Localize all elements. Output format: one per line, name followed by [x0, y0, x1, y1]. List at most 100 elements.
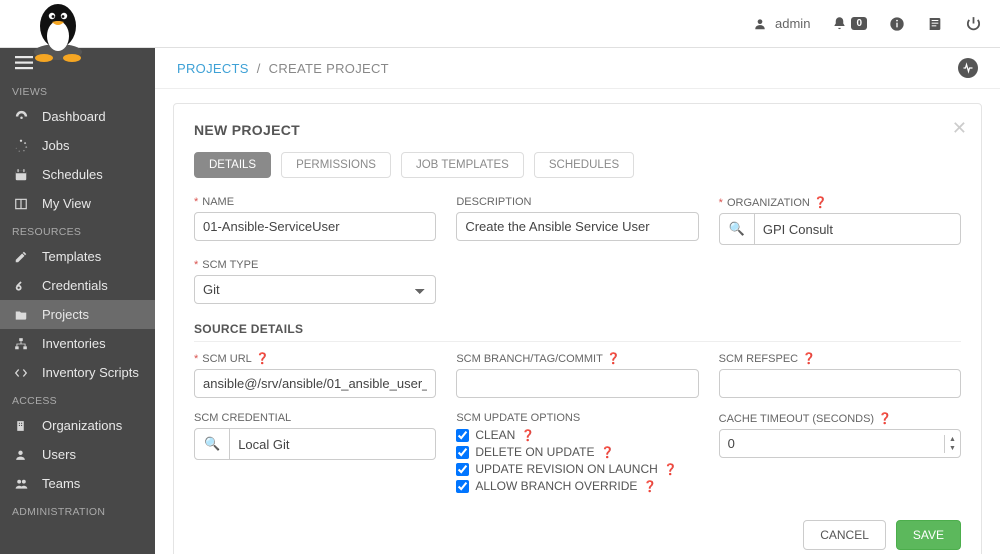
select-scm-type[interactable]: Git	[194, 275, 436, 304]
sidebar-item-templates[interactable]: Templates	[0, 242, 155, 271]
input-description[interactable]	[456, 212, 698, 241]
check-clean[interactable]: CLEAN ❓	[456, 428, 698, 442]
sidebar-item-dashboard[interactable]: Dashboard	[0, 102, 155, 131]
cancel-button[interactable]: CANCEL	[803, 520, 886, 550]
breadcrumb-current: CREATE PROJECT	[269, 61, 389, 76]
columns-icon	[14, 197, 30, 211]
save-button[interactable]: SAVE	[896, 520, 961, 550]
sidebar-item-jobs[interactable]: Jobs	[0, 131, 155, 160]
label-organization: ORGANIZATION ❓	[719, 196, 961, 209]
sidebar-item-organizations[interactable]: Organizations	[0, 411, 155, 440]
label-scm-update: SCM UPDATE OPTIONS	[456, 412, 698, 424]
section-access: ACCESS	[0, 387, 155, 411]
check-update-revision[interactable]: UPDATE REVISION ON LAUNCH ❓	[456, 462, 698, 476]
sidebar-item-users[interactable]: Users	[0, 440, 155, 469]
spinner-icon	[14, 139, 30, 153]
input-scm-refspec[interactable]	[719, 369, 961, 398]
field-scm-branch: SCM BRANCH/TAG/COMMIT ❓	[456, 352, 698, 398]
tab-schedules[interactable]: SCHEDULES	[534, 152, 634, 178]
input-scm-url[interactable]	[194, 369, 436, 398]
section-views: VIEWS	[0, 78, 155, 102]
user-menu[interactable]: admin	[753, 16, 810, 31]
field-scm-refspec: SCM REFSPEC ❓	[719, 352, 961, 398]
user-icon	[753, 17, 767, 31]
label-scm-url: SCM URL ❓	[194, 352, 436, 365]
building-icon	[14, 419, 30, 433]
sitemap-icon	[14, 337, 30, 351]
sidebar-item-teams[interactable]: Teams	[0, 469, 155, 498]
card-title: NEW PROJECT	[194, 122, 961, 138]
search-icon: 🔍	[195, 429, 230, 459]
sidebar-item-schedules[interactable]: Schedules	[0, 160, 155, 189]
sidebar-item-inventory-scripts[interactable]: Inventory Scripts	[0, 358, 155, 387]
help-icon[interactable]: ❓	[607, 352, 621, 365]
logo-tux	[22, 0, 94, 68]
input-name[interactable]	[194, 212, 436, 241]
form-footer: CANCEL SAVE	[194, 520, 961, 550]
input-scm-branch[interactable]	[456, 369, 698, 398]
search-icon: 🔍	[720, 214, 755, 244]
field-description: DESCRIPTION	[456, 196, 698, 245]
notif-badge: 0	[851, 17, 867, 30]
activity-icon[interactable]	[958, 58, 978, 78]
field-scm-credential: SCM CREDENTIAL 🔍Local Git	[194, 412, 436, 496]
users-icon	[14, 477, 30, 491]
input-cache-timeout[interactable]: 0▲▼	[719, 429, 961, 458]
project-form-card: NEW PROJECT ✕ DETAILS PERMISSIONS JOB TE…	[173, 103, 982, 554]
lookup-scm-credential[interactable]: 🔍Local Git	[194, 428, 436, 460]
code-icon	[14, 366, 30, 380]
help-icon[interactable]: ❓	[814, 196, 828, 209]
help-icon[interactable]: ❓	[802, 352, 816, 365]
topbar: admin 0	[0, 0, 1000, 48]
tab-details[interactable]: DETAILS	[194, 152, 271, 178]
key-icon	[14, 279, 30, 293]
help-icon[interactable]: ❓	[664, 463, 678, 476]
sidebar-item-credentials[interactable]: Credentials	[0, 271, 155, 300]
pencil-icon	[14, 250, 30, 264]
folder-icon	[14, 308, 30, 322]
calendar-icon	[14, 168, 30, 182]
close-icon[interactable]: ✕	[952, 118, 967, 139]
power-icon[interactable]	[965, 15, 982, 32]
breadcrumb-sep: /	[257, 61, 261, 76]
field-name: NAME	[194, 196, 436, 245]
tab-permissions[interactable]: PERMISSIONS	[281, 152, 391, 178]
label-description: DESCRIPTION	[456, 196, 698, 208]
section-administration: ADMINISTRATION	[0, 498, 155, 522]
tabs: DETAILS PERMISSIONS JOB TEMPLATES SCHEDU…	[194, 152, 961, 178]
main-content: PROJECTS / CREATE PROJECT NEW PROJECT ✕ …	[155, 48, 1000, 554]
field-scm-type: SCM TYPE Git	[194, 259, 436, 304]
sidebar: VIEWS Dashboard Jobs Schedules My View R…	[0, 48, 155, 554]
sidebar-item-inventories[interactable]: Inventories	[0, 329, 155, 358]
help-icon[interactable]: ❓	[256, 352, 270, 365]
username: admin	[775, 16, 810, 31]
label-scm-refspec: SCM REFSPEC ❓	[719, 352, 961, 365]
sidebar-item-projects[interactable]: Projects	[0, 300, 155, 329]
section-resources: RESOURCES	[0, 218, 155, 242]
label-scm-branch: SCM BRANCH/TAG/COMMIT ❓	[456, 352, 698, 365]
breadcrumb-root[interactable]: PROJECTS	[177, 61, 249, 76]
label-scm-type: SCM TYPE	[194, 259, 436, 271]
check-delete-on-update[interactable]: DELETE ON UPDATE ❓	[456, 445, 698, 459]
help-icon[interactable]: ❓	[521, 429, 535, 442]
tab-job-templates[interactable]: JOB TEMPLATES	[401, 152, 524, 178]
stepper-up[interactable]: ▲	[945, 435, 960, 444]
sidebar-item-myview[interactable]: My View	[0, 189, 155, 218]
gauge-icon	[14, 109, 30, 124]
check-allow-branch-override[interactable]: ALLOW BRANCH OVERRIDE ❓	[456, 479, 698, 493]
docs-icon[interactable]	[927, 16, 943, 32]
help-icon[interactable]: ❓	[643, 480, 657, 493]
field-organization: ORGANIZATION ❓ 🔍GPI Consult	[719, 196, 961, 245]
stepper-down[interactable]: ▼	[945, 444, 960, 453]
field-scm-update-options: SCM UPDATE OPTIONS CLEAN ❓ DELETE ON UPD…	[456, 412, 698, 496]
label-scm-credential: SCM CREDENTIAL	[194, 412, 436, 424]
lookup-organization[interactable]: 🔍GPI Consult	[719, 213, 961, 245]
label-cache-timeout: CACHE TIMEOUT (SECONDS) ❓	[719, 412, 961, 425]
field-cache-timeout: CACHE TIMEOUT (SECONDS) ❓ 0▲▼	[719, 412, 961, 496]
notifications-icon[interactable]: 0	[832, 16, 867, 31]
help-icon[interactable]: ❓	[600, 446, 614, 459]
section-source-details: SOURCE DETAILS	[194, 322, 961, 342]
info-icon[interactable]	[889, 16, 905, 32]
help-icon[interactable]: ❓	[878, 412, 892, 425]
user-icon	[14, 448, 30, 462]
